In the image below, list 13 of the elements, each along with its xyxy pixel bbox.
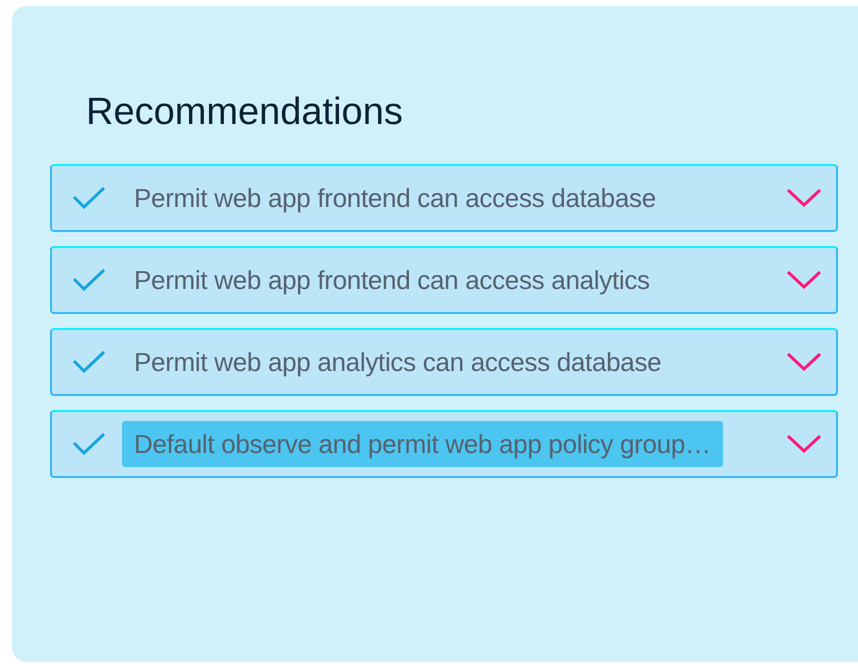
recommendation-text: Permit web app analytics can access database bbox=[133, 346, 662, 379]
recommendation-text: Permit web app frontend can access analytics bbox=[133, 264, 651, 297]
chevron-down-icon[interactable] bbox=[786, 434, 822, 454]
chevron-down-icon[interactable] bbox=[786, 270, 822, 290]
recommendation-row[interactable]: Default observe and permit web app policy group… bbox=[50, 410, 838, 478]
recommendation-text: Default observe and permit web app policy group… bbox=[122, 421, 723, 467]
chevron-down-icon[interactable] bbox=[786, 188, 822, 208]
chevron-down-icon[interactable] bbox=[786, 352, 822, 372]
recommendation-text: Permit web app frontend can access database bbox=[133, 182, 657, 215]
recommendation-row[interactable]: Permit web app analytics can access database bbox=[50, 328, 838, 396]
recommendation-row[interactable]: Permit web app frontend can access analytics bbox=[50, 246, 838, 314]
panel-title: Recommendations bbox=[86, 90, 403, 134]
recommendation-row[interactable]: Permit web app frontend can access database bbox=[50, 164, 838, 232]
